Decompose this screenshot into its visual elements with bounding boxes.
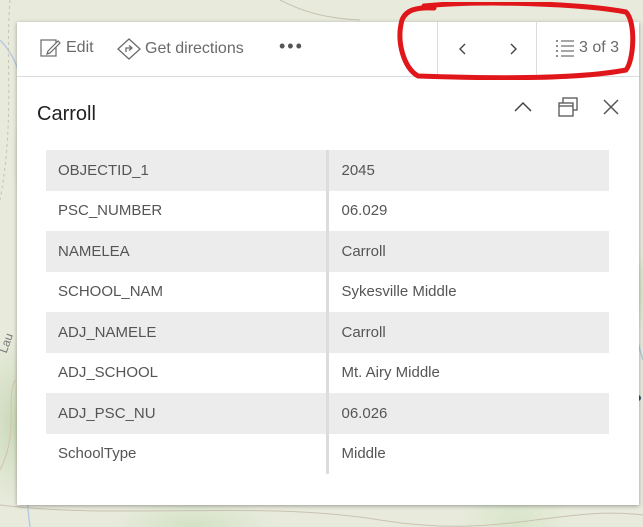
field-key: SCHOOL_NAM xyxy=(46,271,329,312)
table-row: ADJ_SCHOOL Mt. Airy Middle xyxy=(46,352,609,393)
table-row: SCHOOL_NAM Sykesville Middle xyxy=(46,271,609,312)
attribute-table: OBJECTID_1 2045 PSC_NUMBER 06.029 NAMELEA Car… xyxy=(46,150,609,474)
field-value: 2045 xyxy=(327,150,609,191)
chevron-right-icon xyxy=(510,43,517,55)
close-button[interactable] xyxy=(600,96,622,118)
field-key: ADJ_PSC_NU xyxy=(46,393,329,434)
close-icon xyxy=(603,99,619,115)
field-value: Middle xyxy=(341,445,386,463)
field-key: PSC_NUMBER xyxy=(46,190,329,231)
field-value: Sykesville Middle xyxy=(341,283,457,301)
table-row: OBJECTID_1 2045 xyxy=(46,150,609,191)
field-key: ADJ_NAMELE xyxy=(46,312,329,353)
field-value: Carroll xyxy=(327,312,609,353)
directions-label: Get directions xyxy=(145,40,244,57)
field-value: 06.029 xyxy=(341,202,388,220)
field-key: SchoolType xyxy=(46,433,329,474)
dock-icon xyxy=(558,97,578,117)
table-row: ADJ_PSC_NU 06.026 xyxy=(46,393,609,434)
feature-count: 3 of 3 xyxy=(579,39,620,56)
feature-list-button[interactable]: 3 of 3 xyxy=(555,38,619,58)
table-row: ADJ_NAMELE Carroll xyxy=(46,312,609,353)
directions-icon xyxy=(117,38,141,60)
list-icon xyxy=(556,40,574,57)
pencil-icon xyxy=(40,39,61,57)
field-value: Carroll xyxy=(327,231,609,272)
collapse-button[interactable] xyxy=(512,96,534,118)
previous-feature-button[interactable] xyxy=(452,38,474,60)
get-directions-button[interactable]: Get directions xyxy=(117,38,244,60)
next-feature-button[interactable] xyxy=(502,38,524,60)
chevron-up-icon xyxy=(514,101,532,112)
field-value: 06.026 xyxy=(327,393,609,434)
table-row: NAMELEA Carroll xyxy=(46,231,609,272)
field-key: NAMELEA xyxy=(46,231,329,272)
edit-label: Edit xyxy=(66,39,94,56)
edit-button[interactable]: Edit xyxy=(40,38,94,58)
table-row: SchoolType Middle xyxy=(46,433,609,474)
divider xyxy=(437,22,438,76)
chevron-left-icon xyxy=(459,43,466,55)
divider xyxy=(536,22,537,76)
more-actions-button[interactable]: ••• xyxy=(279,36,304,57)
feature-popup: Edit Get directions ••• 3 of 3 Carroll O… xyxy=(17,22,639,505)
table-row: PSC_NUMBER 06.029 xyxy=(46,190,609,231)
dock-button[interactable] xyxy=(557,96,579,118)
field-key: OBJECTID_1 xyxy=(46,150,329,191)
popup-action-bar: Edit Get directions ••• 3 of 3 xyxy=(17,22,639,77)
popup-title: Carroll xyxy=(37,103,96,125)
field-value: Mt. Airy Middle xyxy=(341,364,440,382)
field-key: ADJ_SCHOOL xyxy=(46,352,329,393)
